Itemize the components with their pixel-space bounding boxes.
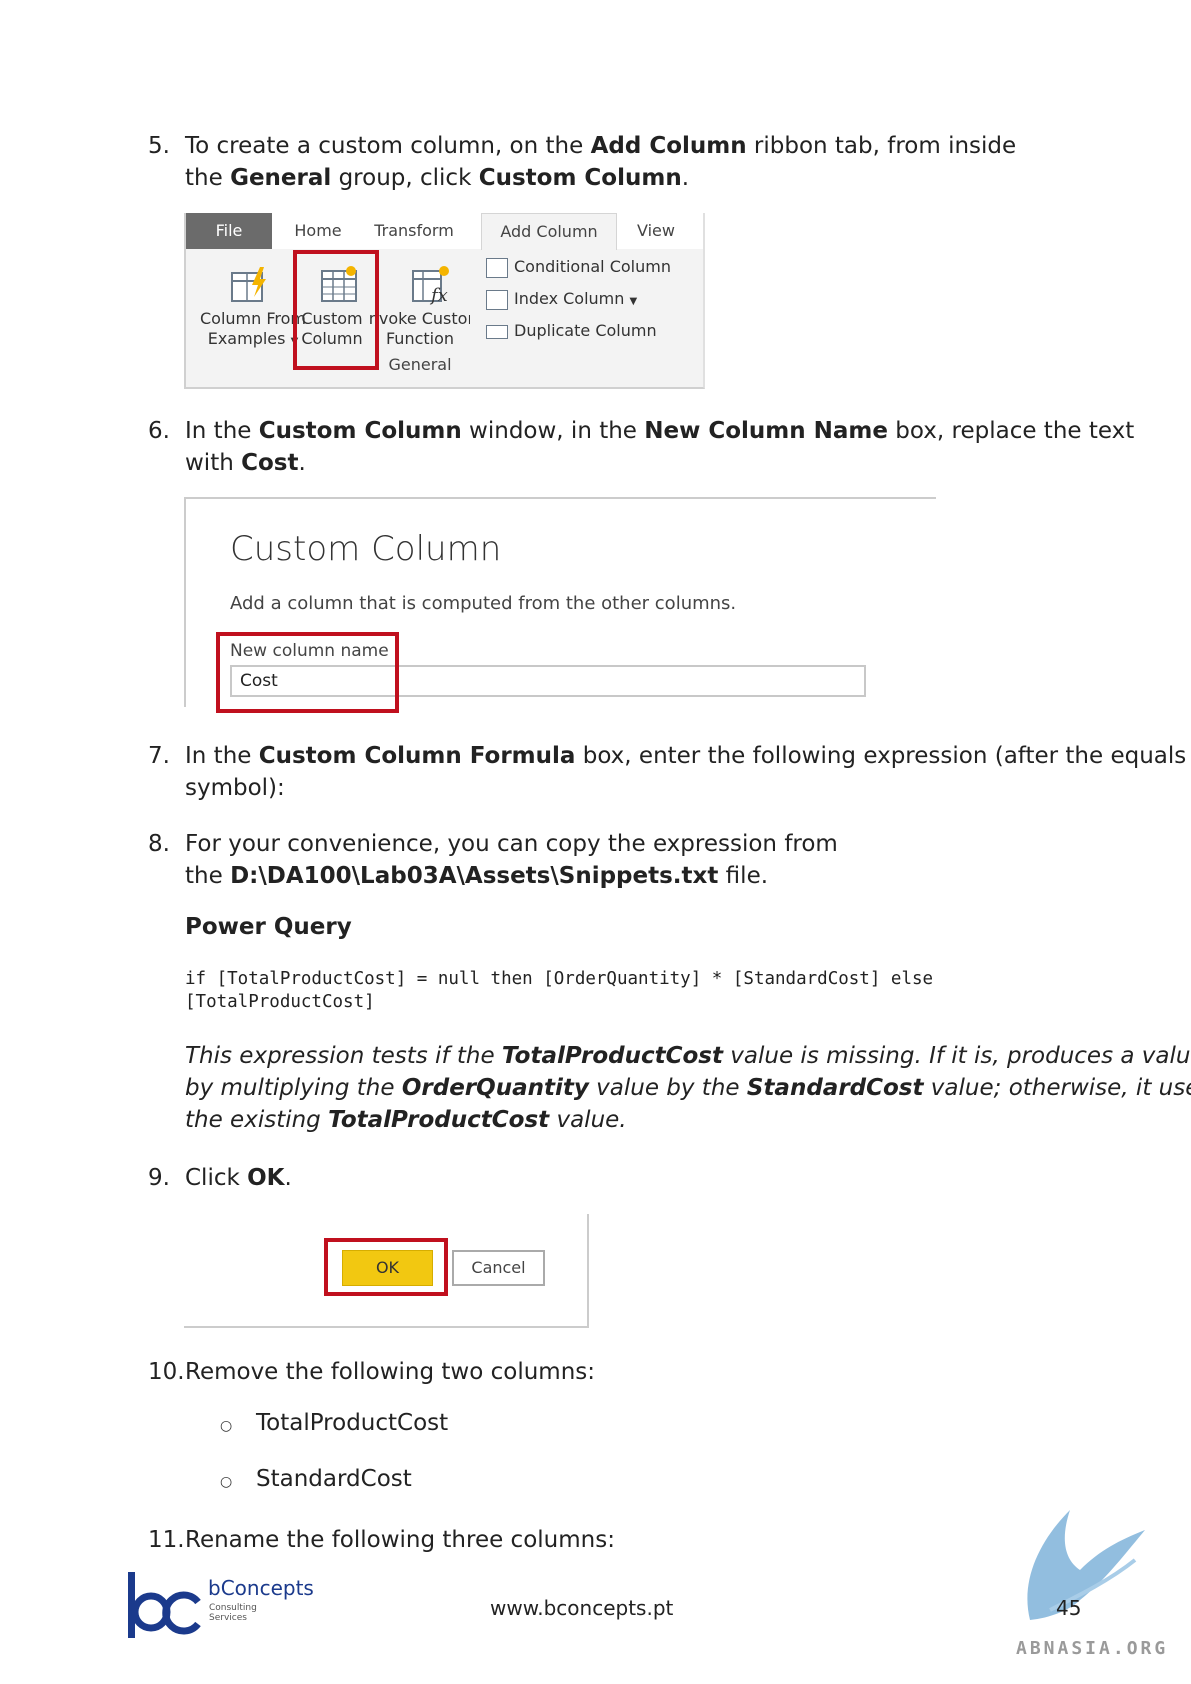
cancel-button[interactable]: Cancel — [452, 1250, 545, 1286]
brand-subtitle: Consulting Services — [209, 1603, 257, 1623]
power-query-heading: Power Query — [185, 914, 352, 940]
step-text-line1: In the Custom Column Formula box, enter … — [185, 743, 1187, 769]
step-number: 6. — [148, 418, 170, 444]
column-from-examples-icon — [231, 267, 266, 302]
watermark-text: ABNASIA.ORG — [1016, 1638, 1169, 1659]
step-text-line1: For your convenience, you can copy the e… — [185, 831, 838, 857]
step-number: 7. — [148, 743, 170, 769]
duplicate-column-icon — [486, 324, 508, 339]
dialog-subtitle: Add a column that is computed from the o… — [230, 593, 737, 614]
step-number: 9. — [148, 1165, 170, 1191]
step-number: 10. — [148, 1359, 185, 1385]
step-text-line1: In the Custom Column window, in the New … — [185, 418, 1135, 444]
duplicate-column-button[interactable]: Duplicate Column — [486, 321, 657, 340]
explanation-line3: the existing TotalProductCost value. — [185, 1107, 627, 1133]
ribbon-tab-row: File Home Transform Add Column View — [186, 213, 703, 250]
brand-name: bConcepts — [208, 1576, 314, 1600]
step-text-line2: with Cost. — [185, 450, 306, 476]
step-text: Click OK. — [185, 1165, 292, 1191]
tab-add-column[interactable]: Add Column — [481, 213, 617, 250]
step-text-line2: symbol): — [185, 775, 285, 801]
custom-column-highlight — [293, 250, 379, 370]
ribbon-screenshot: File Home Transform Add Column View Colu… — [184, 213, 705, 389]
index-column-icon — [486, 289, 508, 310]
tab-home[interactable]: Home — [278, 213, 358, 249]
list-item: TotalProductCost — [256, 1410, 449, 1436]
footer-url[interactable]: www.bconcepts.pt — [490, 1596, 673, 1620]
tab-transform[interactable]: Transform — [364, 213, 464, 249]
tab-file[interactable]: File — [186, 213, 272, 249]
page-number: 45 — [1056, 1596, 1082, 1620]
step-text: Remove the following two columns: — [185, 1359, 596, 1385]
step-number: 5. — [148, 133, 170, 159]
explanation-line1: This expression tests if the TotalProduc… — [185, 1043, 1191, 1069]
svg-text:fx: fx — [429, 285, 448, 305]
invoke-custom-function-icon: fx — [412, 266, 449, 305]
index-column-button[interactable]: Index Column ▼ — [486, 289, 637, 310]
step-text: Rename the following three columns: — [185, 1527, 615, 1553]
step-text-line1: To create a custom column, on the Add Co… — [185, 133, 1017, 159]
step-number: 8. — [148, 831, 170, 857]
step-number: 11. — [148, 1527, 185, 1553]
chevron-down-icon: ▼ — [629, 296, 638, 307]
group-label-general: General — [388, 355, 452, 374]
ok-highlight — [324, 1238, 448, 1296]
bullet-icon: ○ — [220, 1418, 233, 1434]
explanation-paragraph: This expression tests if the TotalProduc… — [185, 1040, 1191, 1136]
step-text-line2: the General group, click Custom Column. — [185, 165, 690, 191]
explanation-line2: by multiplying the OrderQuantity value b… — [185, 1075, 1191, 1101]
list-item: StandardCost — [256, 1466, 412, 1492]
tab-view[interactable]: View — [626, 213, 686, 249]
step-text-line2: the D:\DA100\Lab03A\Assets\Snippets.txt … — [185, 863, 769, 889]
invoke-custom-function-button[interactable]: Invoke Custom Function — [370, 309, 470, 349]
new-column-name-highlight — [216, 632, 399, 713]
conditional-column-button[interactable]: Conditional Column — [486, 257, 671, 278]
bconcepts-logo-icon — [128, 1572, 201, 1638]
dialog-title: Custom Column — [230, 529, 502, 569]
code-line-2: [TotalProductCost] — [185, 992, 375, 1012]
bullet-icon: ○ — [220, 1474, 233, 1490]
code-line-1: if [TotalProductCost] = null then [Order… — [185, 969, 934, 989]
conditional-column-icon — [486, 257, 508, 278]
